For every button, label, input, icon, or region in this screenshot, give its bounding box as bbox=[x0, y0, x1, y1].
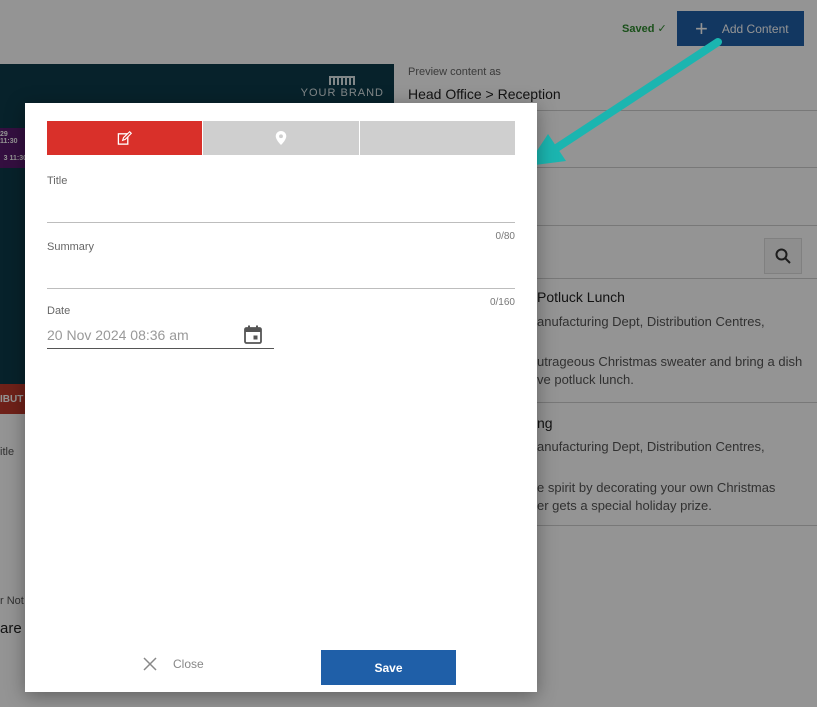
tab-location[interactable] bbox=[203, 121, 360, 155]
location-pin-icon bbox=[275, 131, 287, 145]
edit-icon bbox=[117, 130, 133, 145]
calendar-icon[interactable] bbox=[244, 325, 262, 344]
title-label: Title bbox=[47, 175, 68, 187]
summary-input[interactable] bbox=[47, 263, 515, 289]
close-button[interactable]: Close bbox=[143, 657, 204, 671]
summary-char-counter: 0/160 bbox=[489, 297, 515, 308]
save-button[interactable]: Save bbox=[321, 650, 456, 685]
date-input[interactable]: 20 Nov 2024 08:36 am bbox=[47, 321, 274, 349]
close-label: Close bbox=[173, 657, 204, 671]
tab-edit[interactable] bbox=[47, 121, 204, 155]
close-icon bbox=[143, 657, 157, 671]
summary-label: Summary bbox=[47, 241, 95, 253]
summary-field: Summary 0/160 bbox=[47, 241, 515, 308]
date-value: 20 Nov 2024 08:36 am bbox=[47, 326, 189, 343]
content-editor-dialog: Title 0/80 Summary 0/160 Date 20 Nov 202… bbox=[25, 103, 537, 692]
title-input[interactable] bbox=[47, 197, 515, 223]
tab-third[interactable] bbox=[359, 121, 515, 155]
date-label: Date bbox=[47, 305, 71, 317]
dialog-tabs bbox=[47, 121, 515, 155]
title-field: Title 0/80 bbox=[47, 175, 515, 242]
date-field: Date 20 Nov 2024 08:36 am bbox=[47, 305, 274, 349]
